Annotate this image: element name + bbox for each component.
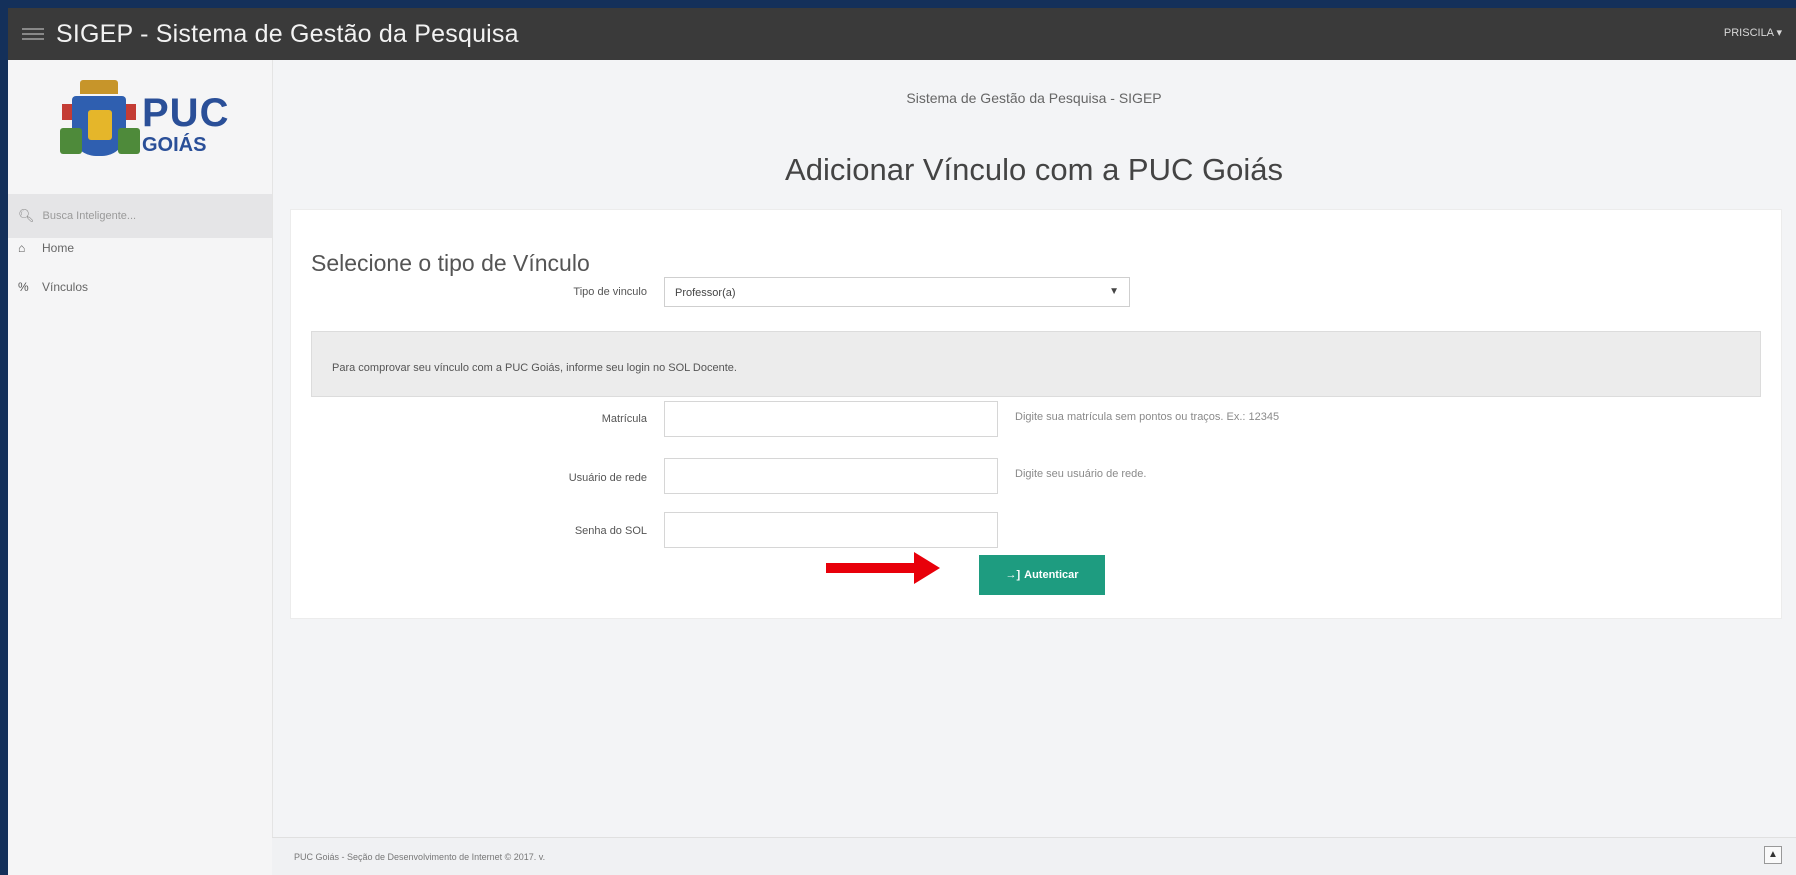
panel-heading: Selecione o tipo de Vínculo	[311, 250, 590, 276]
senha-sol-label: Senha do SOL	[574, 525, 647, 537]
system-title: Sistema de Gestão da Pesquisa - SIGEP	[906, 90, 1162, 106]
tipo-vinculo-value: Professor(a)	[675, 287, 736, 299]
top-navbar: SIGEP - Sistema de Gestão da Pesquisa PR…	[8, 8, 1796, 60]
sign-in-icon: →]	[1005, 569, 1021, 581]
sidebar: PUC GOIÁS 🔍︎ Busca Inteligente... ⌂ Home…	[8, 60, 273, 875]
sidebar-item-label: Vínculos	[42, 280, 89, 294]
arrow-up-icon: ▲	[1768, 849, 1778, 860]
usuario-rede-input[interactable]	[664, 458, 998, 494]
info-text: Para comprovar seu vínculo com a PUC Goi…	[332, 362, 737, 374]
tipo-vinculo-label: Tipo de vinculo	[573, 286, 647, 298]
usuario-rede-label: Usuário de rede	[568, 472, 647, 484]
search-icon: 🔍︎	[18, 208, 35, 223]
scroll-to-top-button[interactable]: ▲	[1764, 846, 1782, 864]
user-menu[interactable]: PRISCILA ▾	[1724, 26, 1782, 39]
search-placeholder: Busca Inteligente...	[42, 210, 137, 222]
logo-line2: GOIÁS	[142, 134, 207, 156]
logo-text: PUC GOIÁS	[142, 93, 229, 155]
home-icon: ⌂	[18, 241, 26, 255]
app-title: SIGEP - Sistema de Gestão da Pesquisa	[56, 19, 519, 48]
matricula-help: Digite sua matrícula sem pontos ou traço…	[1015, 411, 1280, 423]
autenticar-button[interactable]: →] Autenticar	[979, 555, 1105, 595]
menu-toggle-icon[interactable]	[22, 28, 44, 40]
sidebar-item-label: Home	[42, 241, 75, 255]
smart-search-input[interactable]: 🔍︎ Busca Inteligente...	[8, 194, 272, 238]
usuario-rede-help: Digite seu usuário de rede.	[1015, 468, 1147, 480]
puc-goias-logo[interactable]: PUC GOIÁS	[58, 74, 232, 174]
sidebar-item-vinculos[interactable]: % Vínculos	[18, 280, 88, 294]
logo-line1: PUC	[142, 91, 230, 135]
tipo-vinculo-select[interactable]: Professor(a) ▼	[664, 277, 1130, 307]
sidebar-item-home[interactable]: ⌂ Home	[18, 241, 74, 255]
page-title: Adicionar Vínculo com a PUC Goiás	[785, 152, 1283, 187]
red-arrow-annotation	[826, 552, 941, 584]
matricula-label: Matrícula	[601, 413, 647, 425]
crest-icon	[58, 74, 140, 174]
link-icon: %	[18, 280, 29, 294]
footer: PUC Goiás - Seção de Desenvolvimento de …	[272, 837, 1796, 875]
vinculo-form-panel: Selecione o tipo de Vínculo Tipo de vinc…	[290, 209, 1782, 619]
browser-frame: SIGEP - Sistema de Gestão da Pesquisa PR…	[8, 8, 1796, 875]
info-alert: Para comprovar seu vínculo com a PUC Goi…	[311, 331, 1761, 397]
footer-text: PUC Goiás - Seção de Desenvolvimento de …	[294, 852, 546, 862]
matricula-input[interactable]	[664, 401, 998, 437]
senha-sol-input[interactable]	[664, 512, 998, 548]
select-caret-icon: ▼	[1109, 286, 1119, 297]
autenticar-label: Autenticar	[1024, 569, 1079, 581]
